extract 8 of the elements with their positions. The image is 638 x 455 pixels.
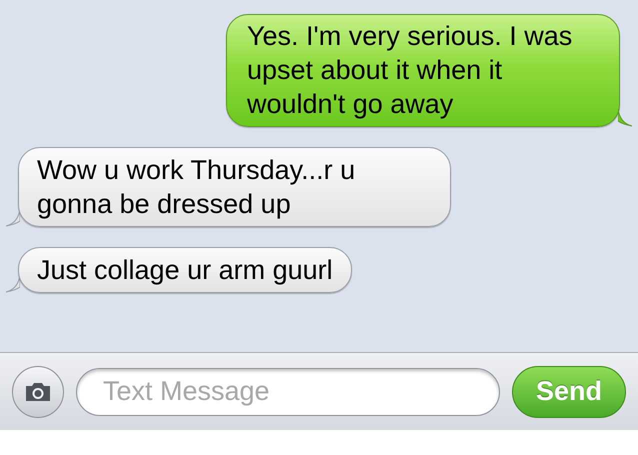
received-message-bubble: Wow u work Thursday...r u gonna be dressed up <box>18 147 451 227</box>
message-input-field[interactable]: Text Message <box>76 368 500 416</box>
camera-button[interactable] <box>12 366 64 418</box>
send-button[interactable]: Send <box>512 366 626 418</box>
bubble-tail <box>618 109 632 127</box>
received-message-bubble: Just collage ur arm guurl <box>18 247 352 293</box>
sent-message-bubble: Yes. I'm very serious. I was upset about it when it wouldn't go away <box>226 14 620 127</box>
camera-icon <box>24 380 52 402</box>
